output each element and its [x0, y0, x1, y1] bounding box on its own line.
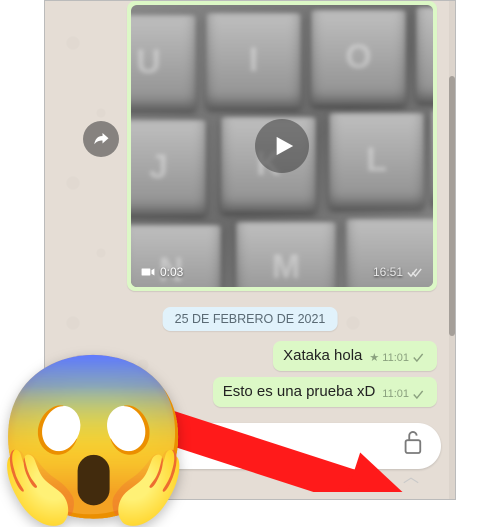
video-timestamp: 16:51	[373, 265, 423, 279]
message-bubble[interactable]: Esto es una prueba xD 11:01	[213, 377, 437, 407]
play-button[interactable]	[255, 119, 309, 173]
video-duration-text: 0:03	[160, 265, 183, 279]
play-icon	[273, 135, 295, 157]
video-message-bubble[interactable]: UIOP JKLÑ NM 0:03 16:51	[127, 1, 437, 291]
voice-lock-button[interactable]	[391, 421, 433, 463]
sent-ticks-icon	[412, 389, 428, 400]
forward-icon	[92, 130, 110, 148]
message-text: Xataka hola	[283, 347, 362, 364]
videocam-icon	[141, 267, 155, 277]
message-bubble[interactable]: Xataka hola ★ 11:01	[273, 341, 437, 371]
message-meta: ★ 11:01	[369, 351, 428, 364]
message-time: 11:01	[382, 388, 409, 400]
scrollbar[interactable]	[449, 1, 455, 499]
video-sent-time: 16:51	[373, 265, 403, 279]
scrollbar-thumb[interactable]	[449, 76, 455, 336]
video-thumbnail[interactable]: UIOP JKLÑ NM 0:03 16:51	[131, 5, 433, 287]
video-duration: 0:03	[141, 265, 183, 279]
message-meta: 11:01	[382, 388, 428, 400]
star-icon: ★	[369, 351, 379, 364]
date-divider: 25 DE FEBRERO DE 2021	[163, 307, 338, 331]
sent-ticks-icon	[412, 352, 428, 363]
read-ticks-icon	[407, 267, 423, 278]
message-text: Esto es una prueba xD	[223, 383, 376, 400]
lock-open-icon	[401, 429, 423, 455]
forward-button[interactable]	[83, 121, 119, 157]
message-time: 11:01	[382, 352, 409, 364]
chevron-up-icon: ︿	[403, 463, 419, 487]
scream-emoji: 😱	[0, 358, 193, 518]
